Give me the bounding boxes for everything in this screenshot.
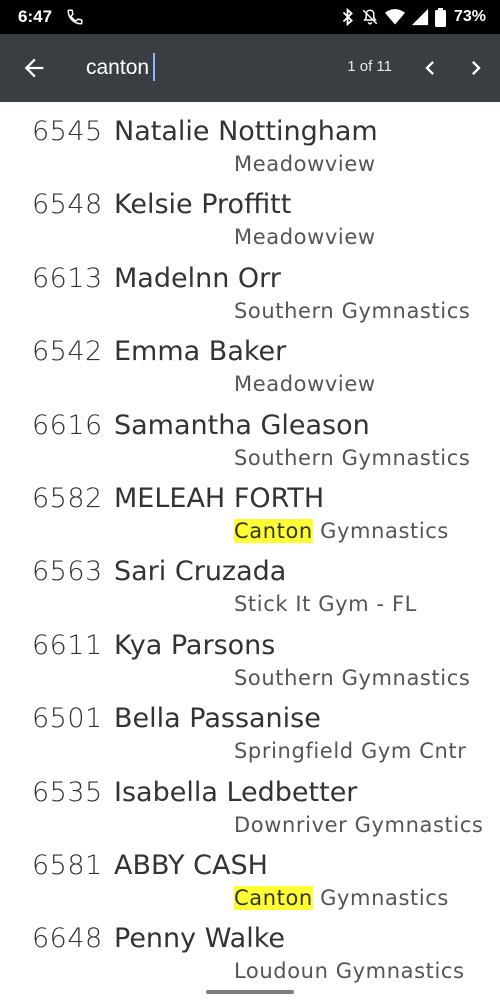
- entry-team: Southern Gymnastics: [234, 666, 470, 690]
- chevron-right-icon[interactable]: [462, 54, 490, 82]
- status-time: 6:47: [18, 7, 53, 26]
- entry-name: Bella Passanise: [114, 703, 321, 735]
- entry-team: Springfield Gym Cntr: [234, 739, 466, 763]
- entry-team: Meadowview: [234, 225, 376, 249]
- match-count: 1 of 11: [347, 58, 392, 75]
- results-list: 6545 Natalie Nottingham Meadowview 6548 …: [0, 102, 500, 983]
- entry-team: Meadowview: [234, 152, 376, 176]
- team-text: Southern Gymnastics: [234, 665, 471, 690]
- team-text: Meadowview: [234, 152, 376, 176]
- team-text: Southern Gymnastics: [234, 445, 471, 470]
- team-text: Southern Gymnastics: [234, 298, 471, 323]
- entry-name: Madelnn Orr: [114, 262, 281, 294]
- entry-team: Southern Gymnastics: [234, 446, 470, 470]
- entry-team: Canton Gymnastics: [234, 885, 449, 910]
- list-item[interactable]: 6563 Sari Cruzada Stick It Gym - FL: [0, 542, 500, 616]
- list-item[interactable]: 6616 Samantha Gleason Southern Gymnastic…: [0, 396, 500, 470]
- entry-name: Penny Walke: [114, 923, 286, 955]
- entry-name: MELEAH FORTH: [114, 482, 325, 514]
- mute-icon: [361, 8, 379, 26]
- phone-icon: [66, 8, 84, 26]
- entry-number: 6582: [32, 482, 103, 514]
- entry-name: Sari Cruzada: [114, 556, 287, 588]
- entry-name: Natalie Nottingham: [114, 116, 378, 147]
- list-item[interactable]: 6542 Emma Baker Meadowview: [0, 322, 500, 396]
- entry-name: ABBY CASH: [114, 849, 268, 881]
- search-toolbar: 1 of 11: [0, 34, 500, 102]
- entry-number: 6563: [32, 556, 103, 588]
- team-text: Meadowview: [234, 225, 376, 250]
- entry-team: Southern Gymnastics: [234, 299, 470, 323]
- team-text: Springfield Gym Cntr: [234, 739, 467, 764]
- list-item[interactable]: 6501 Bella Passanise Springfield Gym Cnt…: [0, 689, 500, 763]
- entry-number: 6542: [32, 336, 103, 368]
- chevron-left-icon[interactable]: [416, 54, 444, 82]
- entry-name: Kelsie Proffitt: [114, 189, 292, 221]
- team-text: Downriver Gymnastics: [234, 812, 484, 837]
- team-text: Stick It Gym - FL: [234, 592, 417, 617]
- search-highlight: Canton: [234, 885, 313, 910]
- entry-name: Kya Parsons: [114, 629, 276, 661]
- entry-number: 6648: [32, 923, 103, 955]
- entry-team: Downriver Gymnastics: [234, 813, 483, 837]
- search-highlight: Canton: [234, 518, 313, 543]
- wifi-icon: [384, 8, 405, 26]
- entry-number: 6613: [32, 262, 103, 294]
- entry-team: Canton Gymnastics: [234, 518, 449, 543]
- list-item[interactable]: 6648 Penny Walke Loudoun Gymnastics: [0, 909, 500, 983]
- list-item[interactable]: 6613 Madelnn Orr Southern Gymnastics: [0, 249, 500, 323]
- team-text: Loudoun Gymnastics: [234, 959, 465, 984]
- list-item[interactable]: 6535 Isabella Ledbetter Downriver Gymnas…: [0, 763, 500, 837]
- entry-number: 6581: [32, 849, 103, 881]
- entry-team: Loudoun Gymnastics: [234, 959, 465, 983]
- team-text: Meadowview: [234, 372, 376, 397]
- list-item[interactable]: 6611 Kya Parsons Southern Gymnastics: [0, 616, 500, 690]
- text-cursor: [153, 53, 155, 81]
- status-bar: 6:47 73%: [0, 0, 500, 34]
- entry-number: 6616: [32, 409, 103, 441]
- gesture-nav-handle[interactable]: [206, 990, 294, 994]
- entry-number: 6545: [32, 116, 103, 147]
- entry-team: Meadowview: [234, 372, 376, 396]
- entry-number: 6611: [32, 629, 103, 661]
- entry-name: Isabella Ledbetter: [114, 776, 358, 808]
- list-item[interactable]: 6582 MELEAH FORTH Canton Gymnastics: [0, 469, 500, 543]
- entry-number: 6501: [32, 703, 103, 735]
- signal-icon: [411, 8, 429, 26]
- battery-percent: 73%: [453, 8, 486, 25]
- list-item[interactable]: 6581 ABBY CASH Canton Gymnastics: [0, 836, 500, 910]
- team-text: Gymnastics: [312, 885, 449, 910]
- entry-number: 6548: [32, 189, 103, 221]
- entry-name: Samantha Gleason: [114, 409, 370, 441]
- battery-icon: [434, 7, 446, 27]
- bluetooth-icon: [341, 8, 355, 26]
- list-item[interactable]: 6548 Kelsie Proffitt Meadowview: [0, 175, 500, 249]
- entry-number: 6535: [32, 776, 103, 808]
- search-input[interactable]: [86, 48, 326, 88]
- entry-team: Stick It Gym - FL: [234, 592, 417, 616]
- list-item[interactable]: 6545 Natalie Nottingham Meadowview: [0, 102, 500, 176]
- back-arrow-icon[interactable]: [20, 54, 48, 82]
- team-text: Gymnastics: [312, 518, 449, 543]
- entry-name: Emma Baker: [114, 336, 287, 368]
